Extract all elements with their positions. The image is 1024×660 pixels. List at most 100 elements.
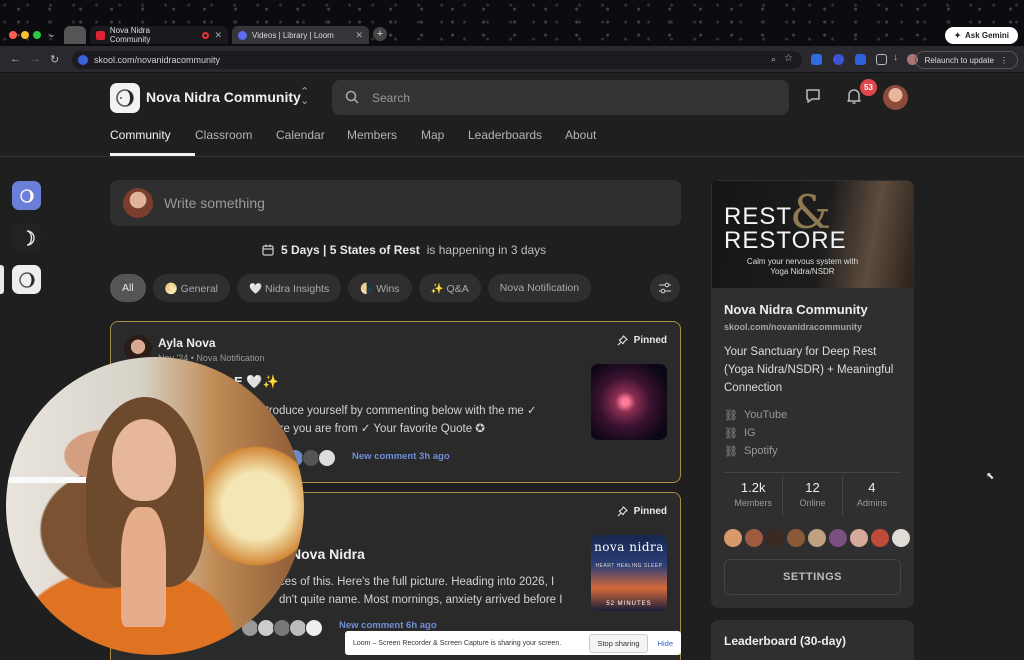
- site-info-icon[interactable]: [78, 55, 88, 65]
- post-thumbnail[interactable]: [591, 364, 667, 440]
- search-input[interactable]: Search: [332, 80, 789, 115]
- more-vert-icon: ⋮: [1000, 55, 1008, 65]
- search-placeholder: Search: [372, 90, 411, 105]
- stat-admins[interactable]: 4 Admins: [843, 476, 901, 516]
- rail-community-2[interactable]: [12, 223, 41, 252]
- post-thumbnail[interactable]: nova nidra HEART HEALING SLEEP 52 MINUTE…: [591, 535, 667, 611]
- tab-members[interactable]: Members: [347, 128, 421, 156]
- bookmark-star-icon[interactable]: ☆: [784, 53, 793, 64]
- stat-label: Members: [734, 498, 772, 508]
- composer-avatar: [123, 188, 153, 218]
- notification-badge: 53: [860, 79, 877, 96]
- community-name[interactable]: Nova Nidra Community: [146, 89, 301, 105]
- filter-nova-notification[interactable]: Nova Notification: [487, 274, 592, 302]
- pin-icon: [617, 335, 628, 346]
- extension-icon[interactable]: [833, 54, 844, 65]
- community-nav: Community Classroom Calendar Members Map…: [110, 128, 615, 156]
- loom-favicon-icon: [238, 30, 247, 40]
- tab-calendar[interactable]: Calendar: [276, 128, 347, 156]
- recording-icon: [202, 31, 210, 39]
- close-window-button[interactable]: [9, 31, 17, 39]
- address-bar[interactable]: skool.com/novanidracommunity ⌕ ☆: [72, 51, 802, 69]
- thumb-subtitle: HEART HEALING SLEEP: [595, 562, 663, 569]
- link-spotify[interactable]: ⛓ Spotify: [724, 442, 787, 460]
- filter-nidra-insights[interactable]: 🤍 Nidra Insights: [237, 274, 342, 302]
- ask-gemini-label: Ask Gemini: [964, 31, 1009, 40]
- minimize-window-button[interactable]: [21, 31, 29, 39]
- extension-icon[interactable]: [811, 54, 822, 65]
- ask-gemini-button[interactable]: ✦ Ask Gemini: [945, 27, 1018, 44]
- filter-settings-button[interactable]: [650, 274, 680, 302]
- member-avatars[interactable]: [724, 529, 910, 547]
- filter-wins[interactable]: 🌗 Wins: [348, 274, 412, 302]
- card-community-url[interactable]: skool.com/novanidracommunity: [724, 322, 862, 332]
- write-post-input[interactable]: Write something: [110, 180, 681, 226]
- community-about-card: & REST RESTORE Calm your nervous system …: [711, 180, 914, 608]
- card-links: ⛓ YouTube ⛓ IG ⛓ Spotify: [724, 406, 787, 460]
- download-icon[interactable]: ↓: [893, 52, 904, 63]
- loom-message: Loom – Screen Recorder & Screen Capture …: [353, 639, 562, 647]
- loom-webcam-bubble[interactable]: [6, 357, 304, 655]
- community-logo[interactable]: [110, 83, 140, 113]
- event-name[interactable]: 5 Days | 5 States of Rest: [281, 243, 420, 257]
- link-icon: ⛓: [724, 445, 738, 458]
- category-filters: All 🌕 General 🤍 Nidra Insights 🌗 Wins ✨ …: [110, 274, 592, 302]
- tab-map[interactable]: Map: [421, 128, 468, 156]
- search-icon: [345, 90, 359, 104]
- tab-loom[interactable]: Videos | Library | Loom ✕: [232, 26, 369, 44]
- extensions-puzzle-icon[interactable]: [876, 54, 887, 65]
- tab-about[interactable]: About: [565, 128, 615, 156]
- link-ig[interactable]: ⛓ IG: [724, 424, 787, 442]
- back-icon[interactable]: ←: [10, 53, 21, 65]
- stat-members[interactable]: 1.2k Members: [724, 476, 784, 516]
- rail-active-indicator: [0, 265, 4, 294]
- link-youtube[interactable]: ⛓ YouTube: [724, 406, 787, 424]
- maximize-window-button[interactable]: [33, 31, 41, 39]
- presenter-face: [112, 419, 176, 501]
- event-banner[interactable]: 5 Days | 5 States of Rest is happening i…: [262, 243, 546, 257]
- filter-all[interactable]: All: [110, 274, 146, 302]
- last-comment[interactable]: New comment 3h ago: [352, 451, 450, 462]
- tab-community[interactable]: Community: [110, 128, 195, 156]
- hide-button[interactable]: Hide: [658, 639, 673, 648]
- tab-nova-nidra[interactable]: Nova Nidra Community ✕: [90, 26, 228, 44]
- rail-community-1[interactable]: [12, 181, 41, 210]
- close-tab-icon[interactable]: ✕: [214, 30, 222, 41]
- community-banner: & REST RESTORE Calm your nervous system …: [712, 181, 913, 288]
- rail-community-3[interactable]: [12, 265, 41, 294]
- member-avatar: [787, 529, 805, 547]
- relaunch-button[interactable]: Relaunch to update ⋮: [914, 51, 1018, 69]
- extension-icon[interactable]: [855, 54, 866, 65]
- link-icon: ⛓: [724, 427, 738, 440]
- user-avatar[interactable]: [883, 85, 908, 110]
- stat-label: Admins: [856, 498, 887, 508]
- link-label: Spotify: [743, 445, 778, 457]
- tab-classroom[interactable]: Classroom: [195, 128, 276, 156]
- filter-qa[interactable]: ✨ Q&A: [418, 274, 481, 302]
- post-body: Introduce yourself by commenting below w…: [256, 405, 537, 435]
- crescent-icon: [26, 229, 35, 246]
- stat-value: 12: [805, 480, 820, 495]
- stat-online[interactable]: 12 Online: [783, 476, 843, 516]
- zoom-icon[interactable]: ⌕: [771, 54, 776, 65]
- new-tab-button[interactable]: +: [373, 27, 387, 41]
- relaunch-label: Relaunch to update: [924, 55, 994, 65]
- filter-general[interactable]: 🌕 General: [152, 274, 231, 302]
- leaderboard-card: Leaderboard (30-day): [711, 620, 914, 660]
- reload-icon[interactable]: ↻: [50, 53, 59, 66]
- moon-logo-icon: [116, 89, 134, 107]
- close-tab-icon[interactable]: ✕: [355, 30, 363, 41]
- tab-label: Nova Nidra Community: [109, 26, 151, 44]
- forward-icon[interactable]: →: [30, 53, 41, 65]
- leaderboard-title: Leaderboard (30-day): [724, 634, 847, 648]
- post-title[interactable]: Nova Nidra: [291, 546, 365, 562]
- tab-list-chevron-icon[interactable]: ⌄: [48, 29, 56, 40]
- chat-icon[interactable]: [804, 87, 822, 105]
- post-author[interactable]: Ayla Nova: [158, 336, 216, 350]
- stop-sharing-button[interactable]: Stop sharing: [589, 633, 648, 653]
- community-switcher-icon[interactable]: ⌃ ⌄: [300, 87, 309, 107]
- last-comment[interactable]: New comment 6h ago: [339, 620, 437, 631]
- settings-button[interactable]: SETTINGS: [724, 559, 901, 595]
- tab-leaderboards[interactable]: Leaderboards: [468, 128, 565, 156]
- pinned-tab[interactable]: [64, 26, 86, 44]
